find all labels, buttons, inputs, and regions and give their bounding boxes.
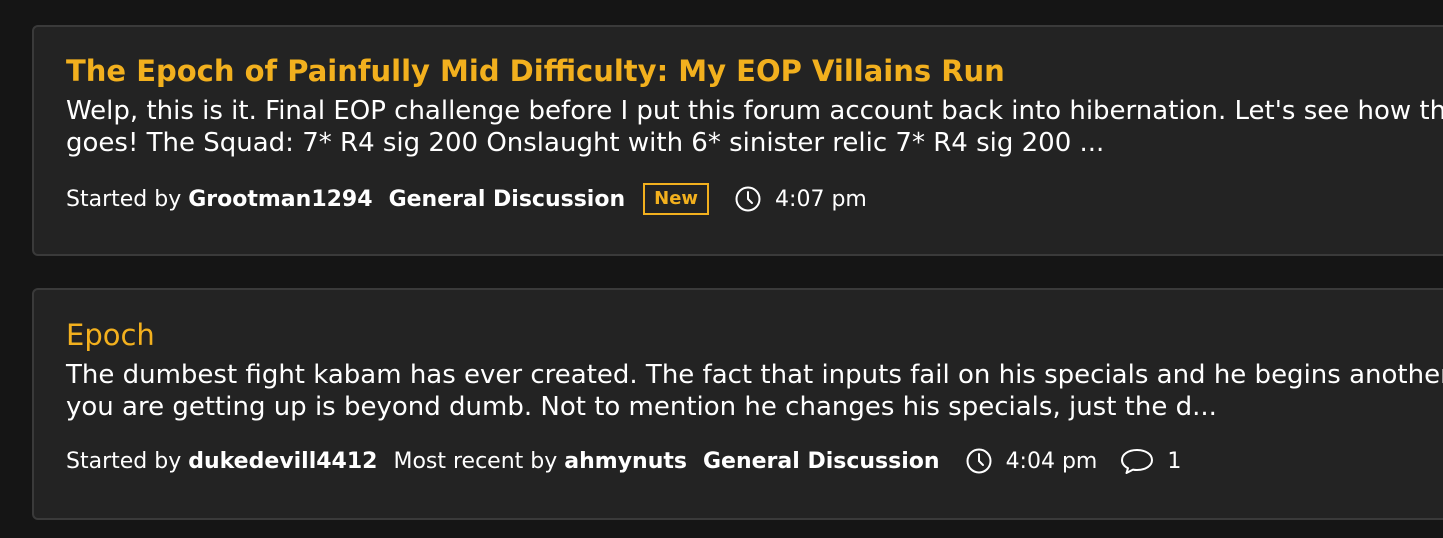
discussion-card: Epoch The dumbest fight kabam has ever c… bbox=[32, 288, 1443, 520]
comment-bubble-icon bbox=[1119, 447, 1155, 475]
discussion-excerpt: The dumbest fight kabam has ever created… bbox=[66, 359, 1443, 423]
excerpt-line: The dumbest fight kabam has ever created… bbox=[66, 360, 1443, 390]
category-link[interactable]: General Discussion bbox=[703, 449, 940, 474]
excerpt-line: goes! The Squad: 7* R4 sig 200 Onslaught… bbox=[66, 128, 1105, 158]
most-recent-label: Most recent by bbox=[393, 448, 558, 474]
discussion-excerpt: Welp, this is it. Final EOP challenge be… bbox=[66, 95, 1443, 159]
post-time: 4:07 pm bbox=[775, 186, 867, 212]
started-by-label: Started by bbox=[66, 186, 182, 212]
most-recent-author-link[interactable]: ahmynuts bbox=[564, 449, 687, 474]
author-link[interactable]: Grootman1294 bbox=[188, 187, 372, 212]
clock-icon bbox=[966, 448, 992, 474]
author-link[interactable]: dukedevill4412 bbox=[188, 449, 377, 474]
discussion-title-link[interactable]: Epoch bbox=[66, 315, 1443, 355]
comment-count: 1 bbox=[1167, 448, 1182, 474]
discussion-meta: Started by dukedevill4412 Most recent by… bbox=[66, 443, 1443, 479]
excerpt-line: Welp, this is it. Final EOP challenge be… bbox=[66, 96, 1443, 126]
discussion-title-link[interactable]: The Epoch of Painfully Mid Difficulty: M… bbox=[66, 51, 1443, 91]
clock-icon bbox=[735, 186, 761, 212]
new-badge: New bbox=[643, 183, 710, 215]
excerpt-line: you are getting up is beyond dumb. Not t… bbox=[66, 392, 1217, 422]
category-link[interactable]: General Discussion bbox=[389, 187, 626, 212]
discussion-card: The Epoch of Painfully Mid Difficulty: M… bbox=[32, 25, 1443, 256]
started-by-label: Started by bbox=[66, 448, 182, 474]
discussion-meta: Started by Grootman1294 General Discussi… bbox=[66, 181, 1443, 217]
discussion-feed: The Epoch of Painfully Mid Difficulty: M… bbox=[0, 0, 1443, 538]
post-time: 4:04 pm bbox=[1005, 448, 1098, 474]
